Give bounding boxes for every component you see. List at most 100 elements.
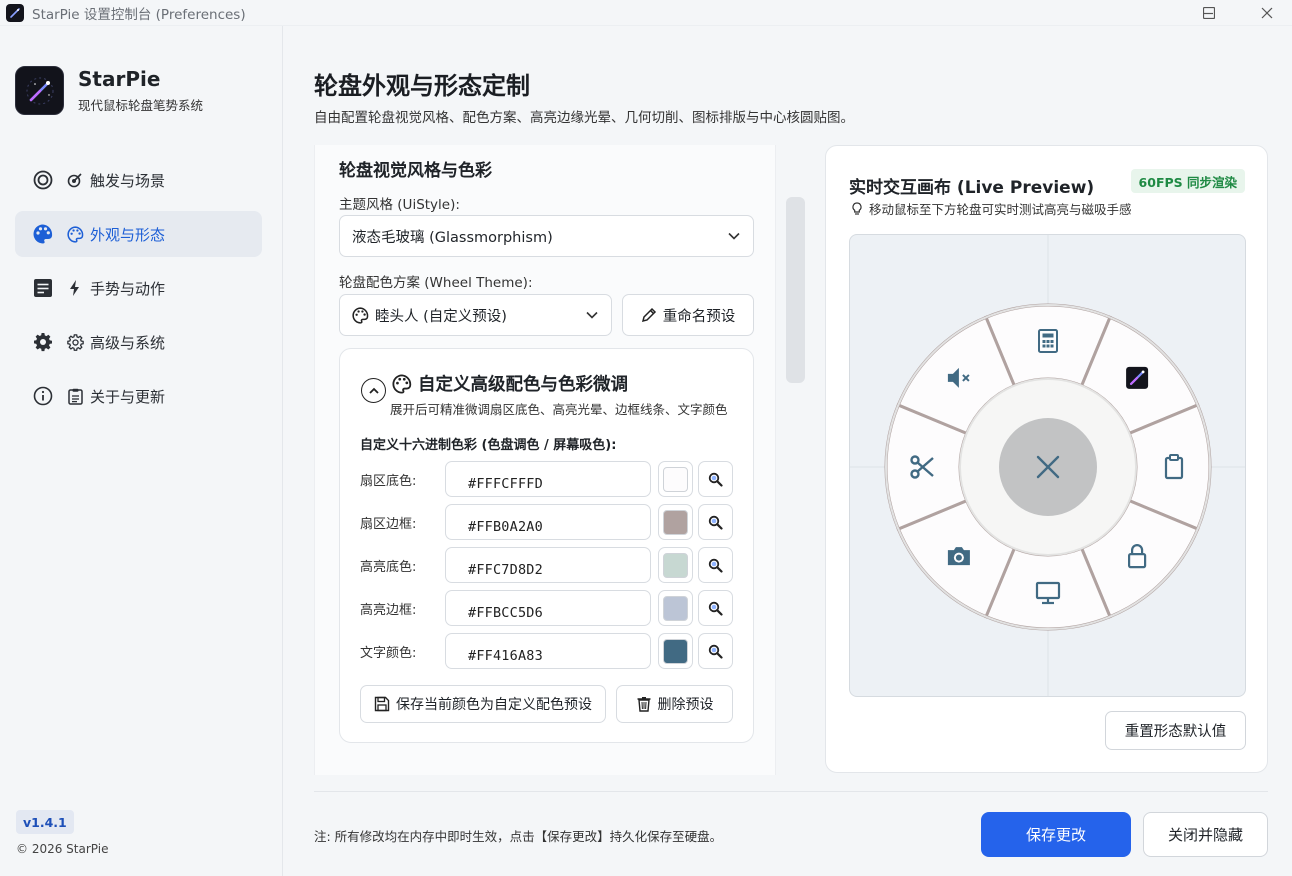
chevron-up-icon (368, 387, 379, 394)
hex-input[interactable]: #FFC7D8D2 (445, 547, 651, 583)
color-row-label: 扇区边框: (360, 517, 417, 532)
color-swatch (663, 552, 688, 578)
page-subtitle: 自由配置轮盘视觉风格、配色方案、高亮边缘光晕、几何切削、图标排版与中心核圆贴图。 (314, 110, 854, 126)
color-row: 高亮边框: #FFBCC5D6 (360, 590, 735, 626)
sidebar-item-label: 外观与形态 (90, 225, 166, 244)
sidebar-item-label: 手势与动作 (90, 279, 166, 298)
brand-subtitle: 现代鼠标轮盘笔势系统 (78, 98, 204, 113)
save-changes-button[interactable]: 保存更改 (981, 812, 1131, 857)
title-bar: StarPie 设置控制台 (Preferences) (0, 0, 1292, 26)
custom-colors-desc: 展开后可精准微调扇区底色、高亮光晕、边框线条、文字颜色 (390, 402, 728, 417)
custom-colors-title: 自定义高级配色与色彩微调 (392, 371, 628, 396)
palette-icon (392, 373, 412, 394)
close-hide-button[interactable]: 关闭并隐藏 (1143, 812, 1268, 857)
brand: StarPie 现代鼠标轮盘笔势系统 (15, 66, 203, 115)
footer-divider (314, 791, 1268, 792)
trash-icon (637, 697, 650, 712)
save-custom-preset-button[interactable]: 保存当前颜色为自定义配色预设 (360, 685, 606, 723)
sidebar-item-label: 高级与系统 (90, 333, 166, 352)
sidebar-item-gestures[interactable]: 手势与动作 (15, 265, 262, 311)
rename-preset-label: 重命名预设 (662, 308, 736, 325)
bolt-icon (66, 279, 84, 297)
palette-icon (32, 223, 54, 245)
color-swatch (663, 466, 688, 492)
copyright: © 2026 StarPie (16, 842, 109, 856)
eyedropper-button[interactable] (698, 461, 733, 497)
wheel-theme-select[interactable]: 睦头人 (自定义预设) (339, 294, 612, 336)
window-title: StarPie 设置控制台 (Preferences) (32, 6, 246, 23)
cog-outline-icon (66, 333, 84, 351)
save-custom-preset-label: 保存当前颜色为自定义配色预设 (396, 697, 592, 713)
hex-colors-subtitle: 自定义十六进制色彩 (色盘调色 / 屏幕吸色): (360, 438, 617, 453)
eyedropper-button[interactable] (698, 633, 733, 669)
magnifier-icon (708, 558, 723, 573)
wheel-theme-label: 轮盘配色方案 (Wheel Theme): (339, 275, 533, 291)
chevron-down-icon (728, 232, 740, 240)
preview-canvas[interactable] (849, 234, 1246, 697)
color-swatch-button[interactable] (658, 461, 693, 497)
app-icon (6, 3, 24, 22)
pencil-icon (641, 307, 656, 323)
color-swatch (663, 638, 688, 664)
reset-shape-button[interactable]: 重置形态默认值 (1105, 711, 1246, 750)
ui-style-select[interactable]: 液态毛玻璃 (Glassmorphism) (339, 215, 754, 257)
color-row: 扇区边框: #FFB0A2A0 (360, 504, 735, 540)
scrollbar-thumb[interactable] (786, 197, 805, 383)
close-icon (1261, 7, 1273, 19)
eyedropper-button[interactable] (698, 504, 733, 540)
color-row-label: 扇区底色: (360, 474, 417, 489)
brand-name: StarPie (78, 67, 161, 91)
sidebar: StarPie 现代鼠标轮盘笔势系统 触发与场景 外观与形态 手势与动作 高级与… (0, 26, 283, 876)
eyedropper-button[interactable] (698, 547, 733, 583)
sidebar-item-label: 关于与更新 (90, 387, 166, 406)
ui-style-label: 主题风格 (UiStyle): (339, 197, 460, 213)
pie-wheel[interactable] (850, 235, 1246, 697)
eyedropper-button[interactable] (698, 590, 733, 626)
delete-preset-button[interactable]: 删除预设 (616, 685, 733, 723)
gear-icon (32, 331, 54, 353)
floppy-icon (374, 696, 390, 712)
color-swatch-button[interactable] (658, 633, 693, 669)
chevron-down-icon (586, 311, 598, 319)
magnifier-icon (708, 515, 723, 530)
sidebar-item-label: 触发与场景 (90, 171, 166, 190)
maximize-button[interactable] (1186, 0, 1232, 26)
sidebar-item-trigger[interactable]: 触发与场景 (15, 157, 262, 203)
magnifier-icon (708, 472, 723, 487)
color-swatch (663, 595, 688, 621)
color-row: 文字颜色: #FF416A83 (360, 633, 735, 669)
target-icon (66, 171, 84, 189)
preview-title: 实时交互画布 (Live Preview) (849, 178, 1095, 198)
hex-input[interactable]: #FFBCC5D6 (445, 590, 651, 626)
live-preview-panel: 实时交互画布 (Live Preview) 60FPS 同步渲染 移动鼠标至下方… (825, 145, 1268, 773)
ui-style-value: 液态毛玻璃 (Glassmorphism) (352, 229, 553, 246)
sidebar-item-about[interactable]: 关于与更新 (15, 373, 262, 419)
sidebar-nav: 触发与场景 外观与形态 手势与动作 高级与系统 关于与更新 (15, 157, 262, 427)
custom-colors-card: 自定义高级配色与色彩微调 展开后可精准微调扇区底色、高亮光晕、边框线条、文字颜色… (339, 348, 754, 743)
close-window-button[interactable] (1244, 0, 1290, 26)
custom-colors-title-text: 自定义高级配色与色彩微调 (418, 375, 628, 395)
starpie-app-icon (1126, 366, 1149, 389)
rename-preset-button[interactable]: 重命名预设 (622, 294, 754, 336)
document-icon (32, 277, 54, 299)
preview-hint-text: 移动鼠标至下方轮盘可实时测试高亮与磁吸手感 (869, 202, 1132, 217)
delete-preset-label: 删除预设 (657, 697, 714, 713)
collapse-button[interactable] (361, 378, 386, 403)
color-swatch-button[interactable] (658, 504, 693, 540)
color-swatch-button[interactable] (658, 547, 693, 583)
section-title: 轮盘视觉风格与色彩 (339, 161, 492, 181)
hex-input[interactable]: #FFFCFFFD (445, 461, 651, 497)
color-swatch-button[interactable] (658, 590, 693, 626)
color-row: 高亮底色: #FFC7D8D2 (360, 547, 735, 583)
wheel-theme-value: 睦头人 (自定义预设) (375, 308, 507, 325)
color-swatch (663, 509, 688, 535)
palette-icon (352, 306, 369, 324)
sidebar-item-appearance[interactable]: 外观与形态 (15, 211, 262, 257)
hex-input[interactable]: #FF416A83 (445, 633, 651, 669)
color-row-label: 高亮边框: (360, 603, 417, 618)
magnifier-icon (708, 644, 723, 659)
hex-input[interactable]: #FFB0A2A0 (445, 504, 651, 540)
page-title: 轮盘外观与形态定制 (314, 72, 530, 100)
sidebar-item-advanced[interactable]: 高级与系统 (15, 319, 262, 365)
maximize-icon (1203, 7, 1215, 19)
